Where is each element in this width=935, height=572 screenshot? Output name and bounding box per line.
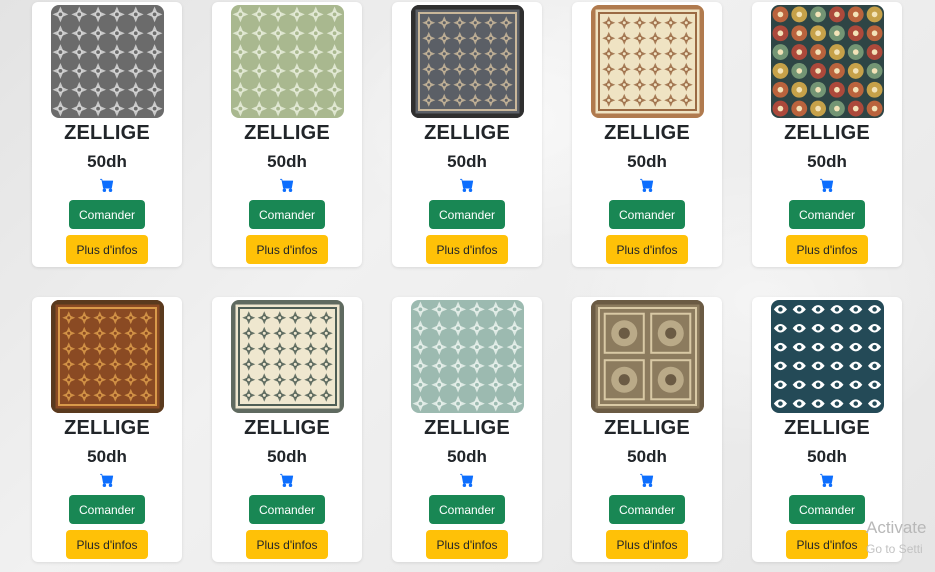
order-button[interactable]: Comander [249,200,325,229]
product-price: 50dh [807,447,847,466]
cart-icon[interactable] [280,178,294,192]
more-info-button[interactable]: Plus d'infos [786,530,868,559]
product-price: 50dh [627,152,667,171]
more-info-button[interactable]: Plus d'infos [606,235,688,264]
cart-icon[interactable] [640,473,654,487]
product-name: ZELLIGE [64,417,150,439]
product-image[interactable] [230,300,344,413]
product-image[interactable] [410,5,524,118]
product-card: ZELLIGE 50dh Comander Plus d'infos [212,2,362,267]
more-info-button[interactable]: Plus d'infos [246,235,328,264]
product-name: ZELLIGE [424,417,510,439]
order-button[interactable]: Comander [429,495,505,524]
product-price: 50dh [627,447,667,466]
order-button[interactable]: Comander [249,495,325,524]
product-image[interactable] [770,300,884,413]
product-price: 50dh [447,152,487,171]
product-name: ZELLIGE [424,122,510,144]
cart-icon[interactable] [640,178,654,192]
product-image[interactable] [50,300,164,413]
order-button[interactable]: Comander [609,495,685,524]
more-info-button[interactable]: Plus d'infos [66,235,148,264]
cart-icon[interactable] [280,473,294,487]
more-info-button[interactable]: Plus d'infos [426,235,508,264]
product-image[interactable] [770,5,884,118]
windows-activation-watermark: Activate [866,518,927,537]
product-card: ZELLIGE 50dh Comander Plus d'infos [392,297,542,562]
windows-activation-hint: Go to Setti [866,542,923,556]
more-info-button[interactable]: Plus d'infos [66,530,148,559]
product-image[interactable] [410,300,524,413]
product-price: 50dh [447,447,487,466]
product-name: ZELLIGE [244,122,330,144]
product-card: ZELLIGE 50dh Comander Plus d'infos [32,297,182,562]
product-card: ZELLIGE 50dh Comander Plus d'infos [32,2,182,267]
product-card: ZELLIGE 50dh Comander Plus d'infos [392,2,542,267]
cart-icon[interactable] [100,473,114,487]
product-price: 50dh [267,152,307,171]
product-name: ZELLIGE [604,122,690,144]
more-info-button[interactable]: Plus d'infos [606,530,688,559]
product-image[interactable] [230,5,344,118]
cart-icon[interactable] [460,178,474,192]
product-card: ZELLIGE 50dh Comander Plus d'infos [212,297,362,562]
product-name: ZELLIGE [784,122,870,144]
product-name: ZELLIGE [244,417,330,439]
product-price: 50dh [267,447,307,466]
cart-icon[interactable] [820,473,834,487]
product-card: ZELLIGE 50dh Comander Plus d'infos [752,2,902,267]
product-image[interactable] [590,300,704,413]
product-price: 50dh [87,447,127,466]
order-button[interactable]: Comander [429,200,505,229]
product-price: 50dh [87,152,127,171]
product-card: ZELLIGE 50dh Comander Plus d'infos [572,297,722,562]
order-button[interactable]: Comander [69,200,145,229]
order-button[interactable]: Comander [609,200,685,229]
product-name: ZELLIGE [64,122,150,144]
product-image[interactable] [590,5,704,118]
order-button[interactable]: Comander [789,200,865,229]
cart-icon[interactable] [460,473,474,487]
product-name: ZELLIGE [604,417,690,439]
more-info-button[interactable]: Plus d'infos [246,530,328,559]
product-card: ZELLIGE 50dh Comander Plus d'infos [572,2,722,267]
product-grid: ZELLIGE 50dh Comander Plus d'infos ZELLI… [32,2,902,562]
more-info-button[interactable]: Plus d'infos [426,530,508,559]
order-button[interactable]: Comander [789,495,865,524]
product-image[interactable] [50,5,164,118]
product-name: ZELLIGE [784,417,870,439]
more-info-button[interactable]: Plus d'infos [786,235,868,264]
cart-icon[interactable] [820,178,834,192]
order-button[interactable]: Comander [69,495,145,524]
product-price: 50dh [807,152,847,171]
cart-icon[interactable] [100,178,114,192]
